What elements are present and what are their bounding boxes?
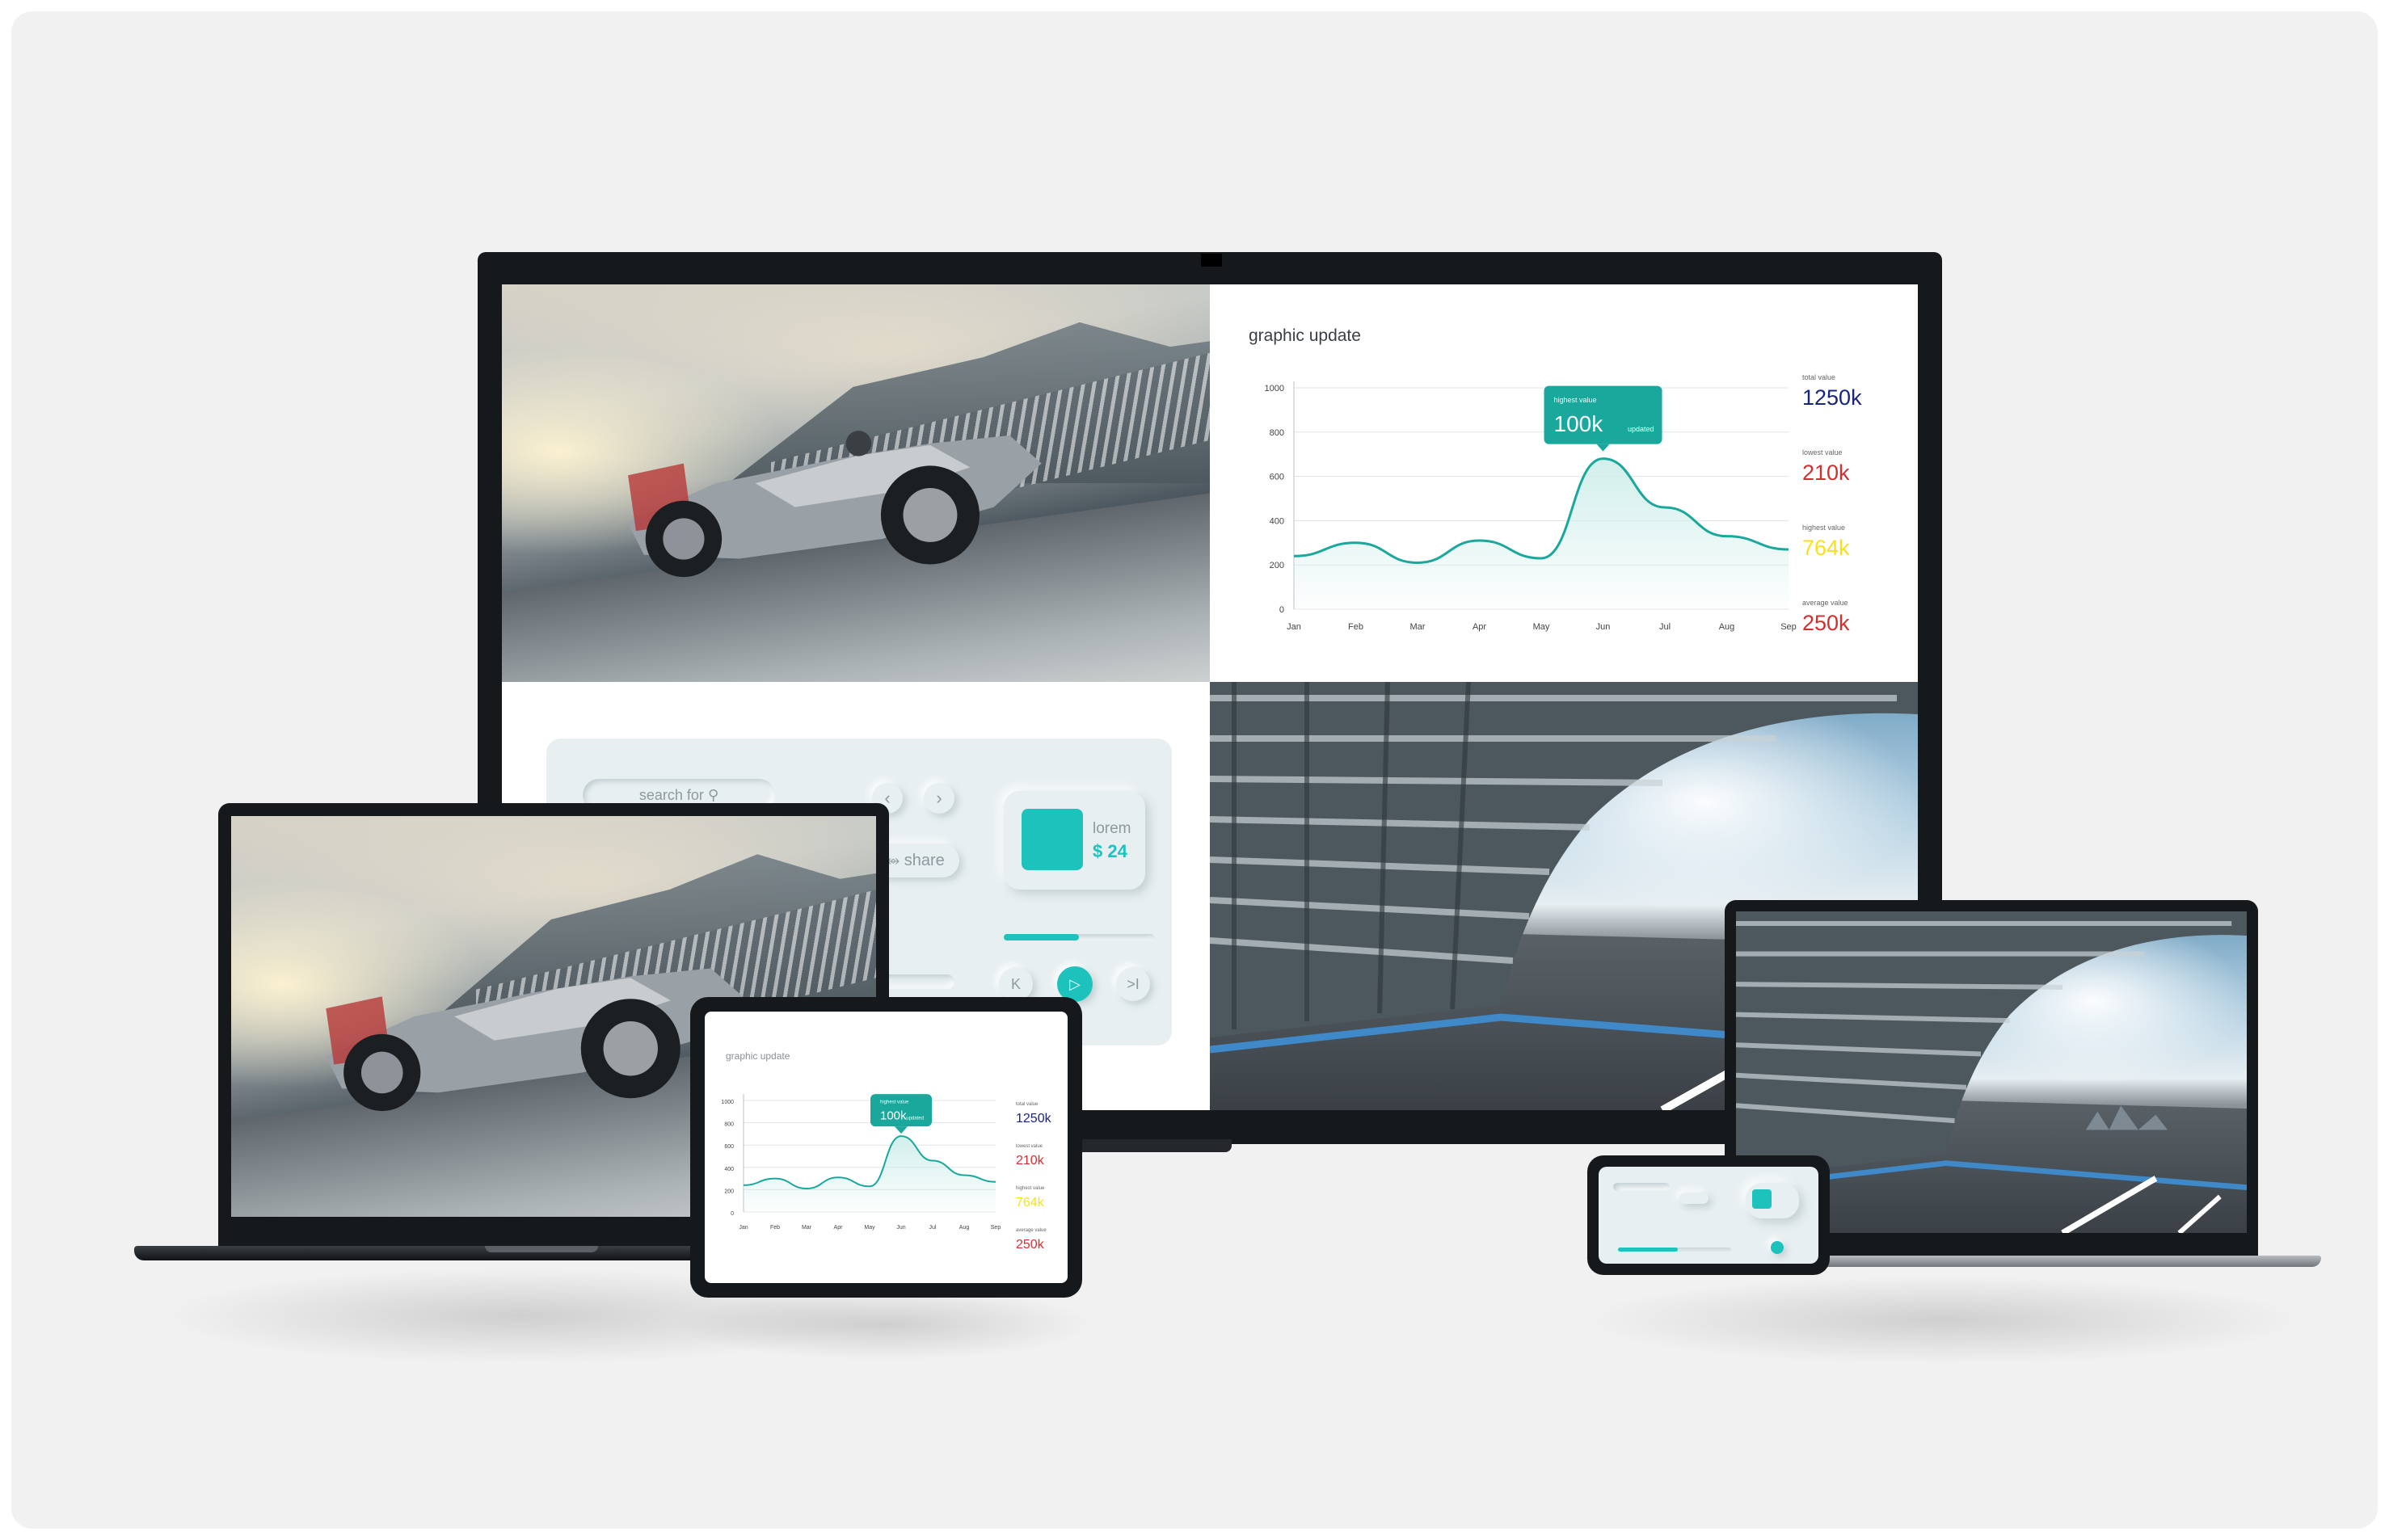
phone-share-button[interactable] — [1679, 1193, 1709, 1204]
big-tooltip-label: highest value — [1554, 396, 1597, 404]
tab-stat-label: lowest value — [1016, 1144, 1043, 1149]
product-thumbnail — [1022, 809, 1083, 870]
skip-back-icon: K — [1010, 976, 1021, 992]
tab-tooltip-pointer — [895, 1126, 908, 1134]
tab-stat-label: average value — [1016, 1228, 1047, 1233]
progress-track[interactable] — [1004, 934, 1154, 940]
monitor-camera — [1201, 254, 1222, 267]
tab-stat-value: 764k — [1016, 1196, 1044, 1210]
tab-stat-value: 210k — [1016, 1154, 1044, 1168]
monitor-race-photo — [502, 284, 1210, 682]
tablet-dashboard-chart: 1000 800 600 400 200 0 Jan Feb Mar Apr May Jun Jul Au… — [721, 1094, 1001, 1231]
phone-play-button[interactable] — [1771, 1241, 1784, 1254]
big-y-tick: 0 — [1279, 605, 1284, 615]
chevron-left-icon: ‹ — [884, 788, 891, 808]
tab-y-tick: 0 — [731, 1211, 734, 1217]
big-y-tick: 800 — [1270, 428, 1284, 438]
share-label: share — [904, 852, 945, 869]
tab-x-tick: Sep — [991, 1225, 1001, 1231]
phone-product-card[interactable] — [1746, 1183, 1799, 1218]
tab-stat-label: highest value — [1016, 1186, 1045, 1191]
tab-stat-value: 1250k — [1016, 1112, 1051, 1126]
big-stat-label: lowest value — [1802, 448, 1843, 457]
tab-tooltip-suffix: updated — [906, 1116, 924, 1121]
skip-forward-button[interactable]: >I — [1116, 967, 1150, 1001]
tab-y-tick: 600 — [724, 1144, 734, 1150]
big-x-tick: Jan — [1287, 622, 1301, 632]
left-laptop-notch — [485, 1246, 598, 1252]
play-icon: ▷ — [1069, 976, 1081, 992]
progress-fill — [1004, 934, 1079, 940]
big-stat-value: 250k — [1802, 611, 1850, 635]
big-stat-value: 764k — [1802, 536, 1850, 560]
search-icon: ⚲ — [707, 787, 719, 803]
big-stat-label: highest value — [1802, 524, 1846, 532]
big-x-tick: Apr — [1473, 622, 1486, 632]
tab-x-tick: Aug — [959, 1225, 970, 1231]
big-x-tick: Sep — [1780, 622, 1797, 632]
tab-x-tick: Jun — [896, 1225, 905, 1231]
tab-x-tick: Mar — [802, 1225, 812, 1231]
big-stat-label: average value — [1802, 599, 1848, 607]
skip-forward-icon: >I — [1127, 976, 1140, 992]
big-tooltip-suffix: updated — [1628, 425, 1654, 433]
big-x-tick: Mar — [1410, 622, 1426, 632]
product-price: $ 24 — [1093, 841, 1127, 861]
tab-y-tick: 1000 — [721, 1100, 734, 1105]
big-x-tick: Feb — [1348, 622, 1363, 632]
tab-x-tick: Apr — [834, 1225, 844, 1231]
monitor-dashboard: graphic update 1000 800 600 400 200 0 Jan Feb Ma… — [1210, 284, 1918, 682]
search-label: search for — [638, 787, 704, 803]
big-tooltip-value: 100k — [1554, 411, 1604, 436]
big-tooltip-pointer — [1596, 444, 1610, 452]
skip-back-button[interactable]: K — [999, 967, 1033, 1001]
big-y-tick: 200 — [1270, 561, 1284, 570]
big-y-tick: 1000 — [1265, 384, 1284, 393]
tab-stat-label: total value — [1016, 1102, 1039, 1107]
big-x-tick: Jul — [1659, 622, 1671, 632]
big-y-tick: 400 — [1270, 516, 1284, 526]
big-y-tick: 600 — [1270, 473, 1284, 482]
tab-y-tick: 200 — [724, 1189, 734, 1194]
big-x-tick: Jun — [1596, 622, 1611, 632]
tab-x-tick: Feb — [770, 1225, 780, 1231]
big-stat-value: 210k — [1802, 461, 1850, 485]
phone-product-thumbnail — [1752, 1189, 1772, 1209]
next-button[interactable]: › — [924, 783, 954, 814]
phone-player-panel — [1599, 1167, 1818, 1264]
tab-stat-value: 250k — [1016, 1238, 1044, 1252]
big-stat-value: 1250k — [1802, 385, 1862, 410]
big-x-tick: Aug — [1719, 622, 1735, 632]
tab-y-tick: 400 — [724, 1167, 734, 1172]
tab-x-tick: May — [864, 1225, 875, 1231]
tab-y-tick: 800 — [724, 1122, 734, 1128]
product-card[interactable]: lorem $ 24 — [1004, 791, 1145, 890]
big-x-tick: May — [1533, 622, 1550, 632]
chevron-right-icon: › — [936, 788, 942, 808]
big-stat-label: total value — [1802, 373, 1836, 381]
phone-progress-track[interactable] — [1618, 1248, 1731, 1252]
tab-tooltip-label: highest value — [880, 1100, 909, 1105]
tablet-dashboard: graphic update 1000 800 600 400 200 0 Jan Feb Ma… — [705, 1012, 1068, 1283]
monitor-stand — [1070, 1139, 1232, 1152]
tab-x-tick: Jul — [929, 1225, 937, 1231]
tab-tooltip-value: 100k — [880, 1109, 907, 1122]
race-car-image — [627, 431, 1042, 578]
phone-search-field[interactable] — [1613, 1183, 1670, 1191]
product-name: lorem — [1093, 820, 1131, 837]
showcase-stage: graphic update 1000 800 600 400 200 0 Jan Feb Ma… — [11, 11, 2378, 1529]
tab-x-tick: Jan — [739, 1225, 748, 1231]
